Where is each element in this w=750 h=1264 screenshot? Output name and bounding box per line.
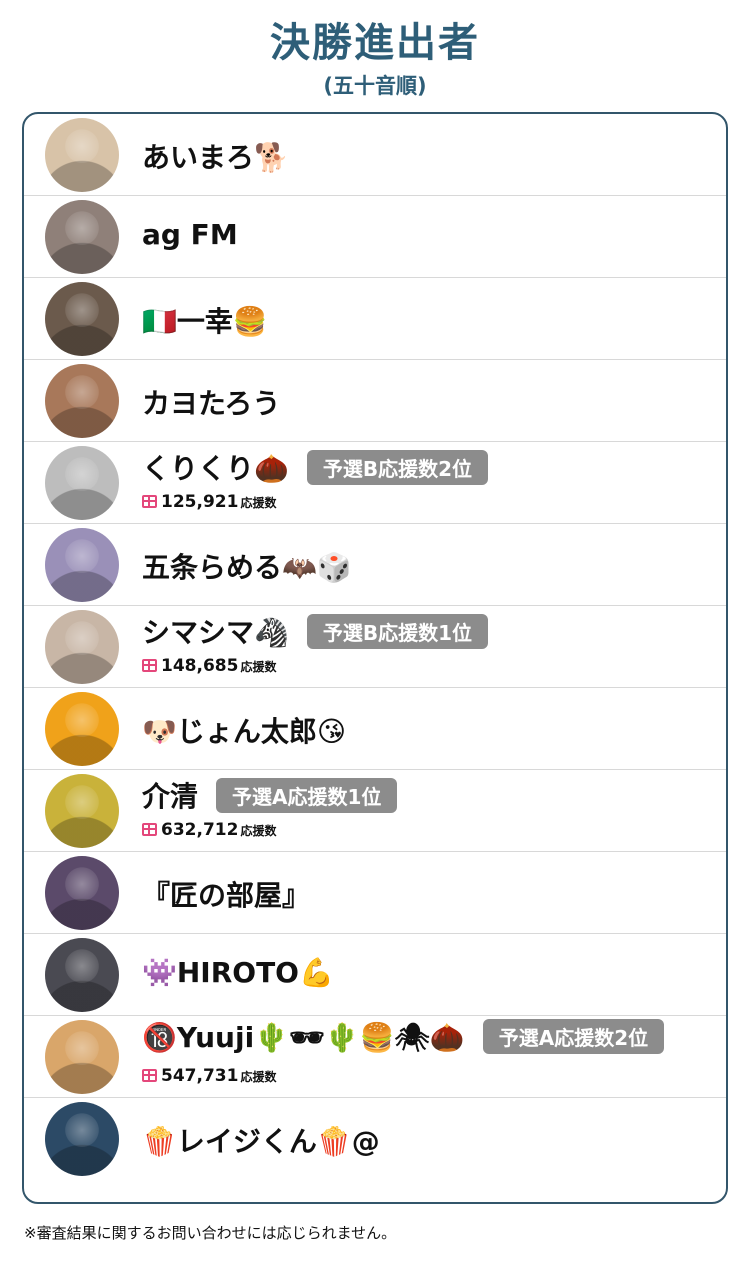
finalist-row[interactable]: 『匠の部屋』 bbox=[24, 852, 726, 934]
support-count: 547,731 bbox=[161, 1066, 239, 1086]
finalist-name[interactable]: あいまろ🐕 bbox=[142, 141, 289, 174]
finalist-name[interactable]: ag FM bbox=[142, 218, 238, 251]
avatar[interactable] bbox=[45, 610, 119, 684]
finalist-row[interactable]: カヨたろう bbox=[24, 360, 726, 442]
support-count: 632,712 bbox=[161, 820, 239, 840]
avatar[interactable] bbox=[45, 856, 119, 930]
avatar[interactable] bbox=[45, 364, 119, 438]
finalist-name-line: 介清 予選A応援数1位 bbox=[142, 775, 398, 816]
avatar[interactable] bbox=[45, 692, 119, 766]
finalist-name[interactable]: シマシマ🦓 bbox=[142, 616, 289, 649]
rank-badge: 予選B応援数1位 bbox=[306, 613, 489, 649]
finalist-row[interactable]: 🇮🇹一幸🍔 bbox=[24, 278, 726, 360]
rank-badge: 予選B応援数2位 bbox=[306, 449, 489, 485]
finalist-name[interactable]: 『匠の部屋』 bbox=[142, 879, 310, 912]
finalist-name-line: あいまろ🐕 bbox=[142, 136, 289, 176]
gift-icon bbox=[142, 495, 157, 508]
finalist-name-line: 👾HIROTO💪 bbox=[142, 956, 334, 989]
finalist-row[interactable]: シマシマ🦓 予選B応援数1位 148,685 応援数 bbox=[24, 606, 726, 688]
gift-icon bbox=[142, 659, 157, 672]
finalist-name[interactable]: 👾HIROTO💪 bbox=[142, 956, 334, 989]
avatar[interactable] bbox=[45, 528, 119, 602]
finalist-name-line: カヨたろう bbox=[142, 382, 280, 422]
avatar[interactable] bbox=[45, 1020, 119, 1094]
finalist-name-line: 🔞Yuuji🌵🕶🌵🍔🕷🌰 予選A応援数2位 bbox=[142, 1018, 665, 1057]
finalist-list: あいまろ🐕 ag FM 🇮🇹一幸🍔 カヨたろうくりくり🌰 予選B応援数2位 125,921… bbox=[22, 112, 728, 1204]
support-unit: 応援数 bbox=[240, 496, 277, 510]
support-count: 125,921 bbox=[161, 492, 239, 512]
finalist-name[interactable]: 🇮🇹一幸🍔 bbox=[142, 305, 268, 338]
rank-badge: 予選A応援数1位 bbox=[216, 777, 398, 813]
support-unit: 応援数 bbox=[240, 660, 277, 674]
footer-note: ※審査結果に関するお問い合わせには応じられません。 bbox=[24, 1224, 397, 1242]
finalist-row[interactable]: あいまろ🐕 bbox=[24, 114, 726, 196]
avatar[interactable] bbox=[45, 282, 119, 356]
finalist-row[interactable]: ag FM bbox=[24, 196, 726, 278]
finalist-name-line: 『匠の部屋』 bbox=[142, 874, 310, 914]
support-count-line: 148,685 応援数 bbox=[142, 656, 276, 676]
support-count-line: 125,921 応援数 bbox=[142, 492, 276, 512]
avatar[interactable] bbox=[45, 938, 119, 1012]
avatar[interactable] bbox=[45, 200, 119, 274]
finalist-row[interactable]: 🐶じょん太郎😘 bbox=[24, 688, 726, 770]
avatar[interactable] bbox=[45, 774, 119, 848]
support-count-line: 632,712 応援数 bbox=[142, 820, 276, 840]
finalist-name[interactable]: 五条らめる🦇🎲 bbox=[142, 551, 352, 584]
gift-icon bbox=[142, 1069, 157, 1082]
finalist-name-line: シマシマ🦓 予選B応援数1位 bbox=[142, 611, 489, 652]
finalist-name[interactable]: カヨたろう bbox=[142, 387, 280, 420]
support-count: 148,685 bbox=[161, 656, 239, 676]
finalist-name[interactable]: 🔞Yuuji🌵🕶🌵🍔🕷🌰 bbox=[142, 1021, 465, 1054]
support-count-line: 547,731 応援数 bbox=[142, 1066, 276, 1086]
finalist-name-line: 🐶じょん太郎😘 bbox=[142, 710, 346, 750]
page-subtitle: (五十音順) bbox=[323, 74, 427, 98]
finalist-name[interactable]: 介清 bbox=[142, 780, 198, 813]
finalist-name[interactable]: 🍿レイジくん🍿@ bbox=[142, 1125, 380, 1158]
support-unit: 応援数 bbox=[240, 1070, 277, 1084]
finalist-name[interactable]: くりくり🌰 bbox=[142, 452, 289, 485]
gift-icon bbox=[142, 823, 157, 836]
avatar[interactable] bbox=[45, 1102, 119, 1176]
finalist-row[interactable]: くりくり🌰 予選B応援数2位 125,921 応援数 bbox=[24, 442, 726, 524]
finalist-name-line: 🇮🇹一幸🍔 bbox=[142, 300, 268, 340]
page-title: 決勝進出者 bbox=[270, 20, 480, 66]
finalist-name-line: 🍿レイジくん🍿@ bbox=[142, 1120, 380, 1160]
finalist-row[interactable]: 🍿レイジくん🍿@ bbox=[24, 1098, 726, 1180]
support-unit: 応援数 bbox=[240, 824, 277, 838]
finalist-row[interactable]: 五条らめる🦇🎲 bbox=[24, 524, 726, 606]
finalist-name-line: ag FM bbox=[142, 218, 238, 251]
avatar[interactable] bbox=[45, 446, 119, 520]
finalist-row[interactable]: 介清 予選A応援数1位 632,712 応援数 bbox=[24, 770, 726, 852]
finalist-name[interactable]: 🐶じょん太郎😘 bbox=[142, 715, 346, 748]
avatar[interactable] bbox=[45, 118, 119, 192]
finalist-name-line: 五条らめる🦇🎲 bbox=[142, 546, 352, 586]
finalist-row[interactable]: 🔞Yuuji🌵🕶🌵🍔🕷🌰 予選A応援数2位 547,731 応援数 bbox=[24, 1016, 726, 1098]
finalist-row[interactable]: 👾HIROTO💪 bbox=[24, 934, 726, 1016]
finalist-name-line: くりくり🌰 予選B応援数2位 bbox=[142, 447, 489, 488]
rank-badge: 予選A応援数2位 bbox=[482, 1018, 665, 1054]
